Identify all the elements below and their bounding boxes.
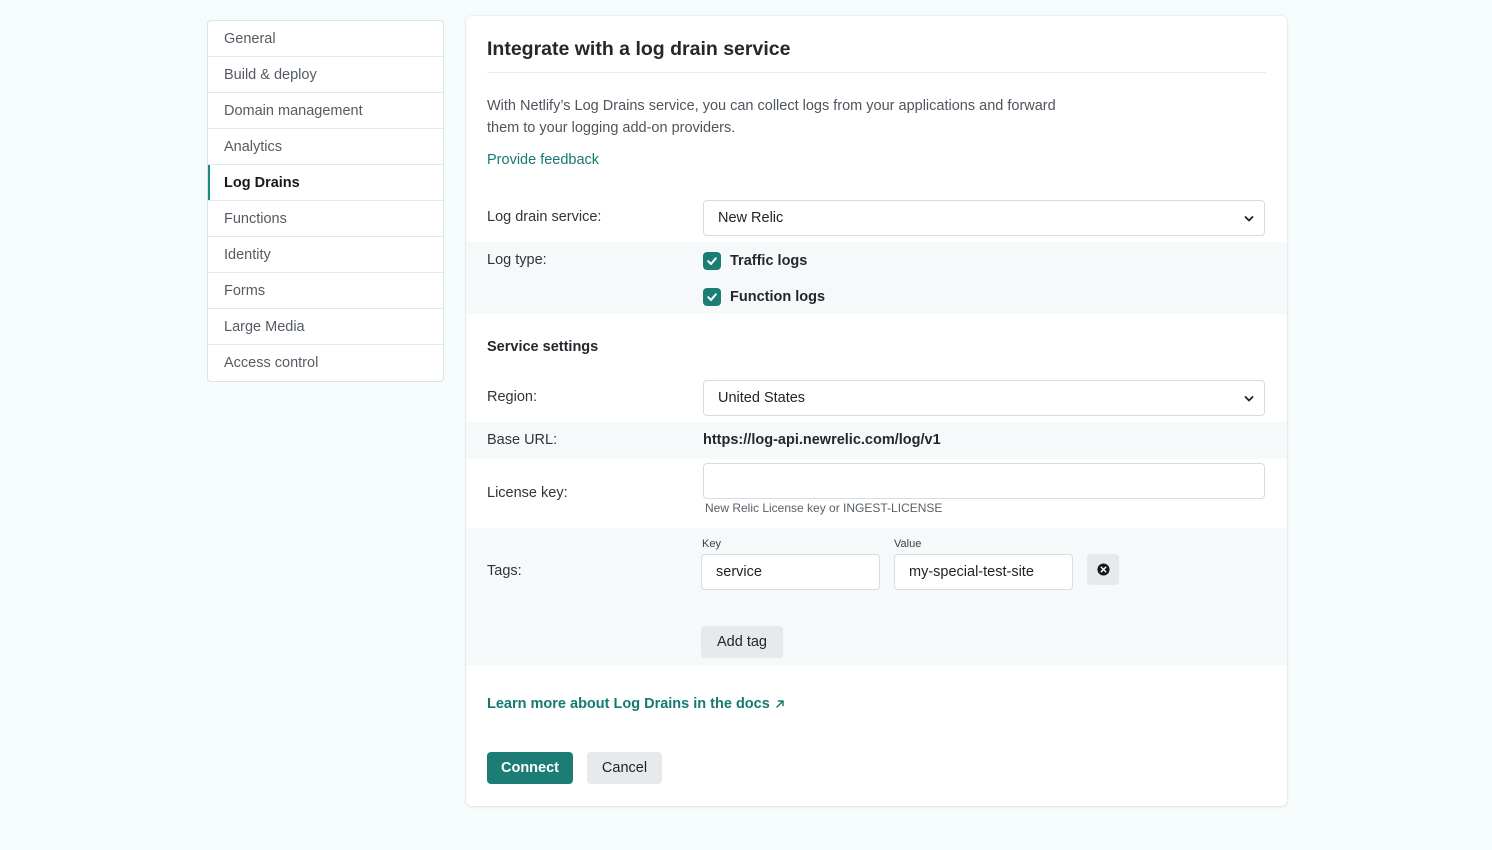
chevron-down-icon	[1244, 216, 1254, 222]
sidebar-item-large-media[interactable]: Large Media	[208, 309, 443, 345]
provide-feedback-link[interactable]: Provide feedback	[487, 152, 599, 168]
docs-link-label: Learn more about Log Drains in the docs	[487, 696, 770, 712]
function-logs-label: Function logs	[730, 289, 826, 305]
sidebar-item-log-drains[interactable]: Log Drains	[208, 165, 443, 201]
function-logs-checkbox[interactable]	[703, 288, 721, 306]
tag-value-input[interactable]: my-special-test-site	[894, 554, 1073, 590]
check-icon	[707, 293, 717, 301]
sidebar-item-build-deploy[interactable]: Build & deploy	[208, 57, 443, 93]
page-title: Integrate with a log drain service	[487, 38, 791, 60]
traffic-logs-option[interactable]: Traffic logs	[703, 252, 807, 270]
settings-sidebar: General Build & deploy Domain management…	[207, 20, 444, 382]
function-logs-option[interactable]: Function logs	[703, 288, 825, 306]
region-select[interactable]: United States	[703, 380, 1265, 416]
connect-button[interactable]: Connect	[487, 752, 573, 784]
base-url-label: Base URL:	[487, 432, 558, 448]
add-tag-button[interactable]: Add tag	[701, 626, 783, 658]
traffic-logs-checkbox[interactable]	[703, 252, 721, 270]
sidebar-item-analytics[interactable]: Analytics	[208, 129, 443, 165]
region-label: Region:	[487, 389, 537, 405]
service-select-value: New Relic	[718, 210, 784, 226]
tags-label: Tags:	[487, 563, 522, 579]
log-type-label: Log type:	[487, 252, 547, 268]
sidebar-item-domain-management[interactable]: Domain management	[208, 93, 443, 129]
docs-link[interactable]: Learn more about Log Drains in the docs	[487, 696, 785, 712]
sidebar-item-forms[interactable]: Forms	[208, 273, 443, 309]
remove-tag-button[interactable]	[1087, 554, 1119, 585]
service-settings-heading: Service settings	[487, 339, 599, 355]
cancel-button[interactable]: Cancel	[587, 752, 662, 784]
description-text: With Netlify’s Log Drains service, you c…	[487, 98, 1056, 136]
base-url-value: https://log-api.newrelic.com/log/v1	[703, 432, 941, 448]
service-label: Log drain service:	[487, 209, 602, 225]
region-select-value: United States	[718, 390, 806, 406]
service-select[interactable]: New Relic	[703, 200, 1265, 236]
tag-value-label: Value	[894, 538, 922, 550]
chevron-down-icon	[1244, 396, 1254, 402]
log-drain-card: Integrate with a log drain service With …	[466, 16, 1287, 806]
license-key-input[interactable]	[703, 463, 1265, 499]
license-key-label: License key:	[487, 485, 568, 501]
tags-row	[466, 528, 1287, 665]
sidebar-item-access-control[interactable]: Access control	[208, 345, 443, 381]
tag-key-input[interactable]: service	[701, 554, 880, 590]
close-circle-icon	[1096, 563, 1110, 576]
log-type-row	[466, 242, 1287, 314]
traffic-logs-label: Traffic logs	[730, 253, 808, 269]
check-icon	[707, 257, 717, 265]
sidebar-item-functions[interactable]: Functions	[208, 201, 443, 237]
title-divider	[487, 72, 1266, 73]
sidebar-item-identity[interactable]: Identity	[208, 237, 443, 273]
external-link-icon	[776, 700, 784, 708]
tag-key-label: Key	[702, 538, 721, 550]
license-key-helper: New Relic License key or INGEST-LICENSE	[705, 501, 943, 515]
sidebar-item-general[interactable]: General	[208, 21, 443, 57]
